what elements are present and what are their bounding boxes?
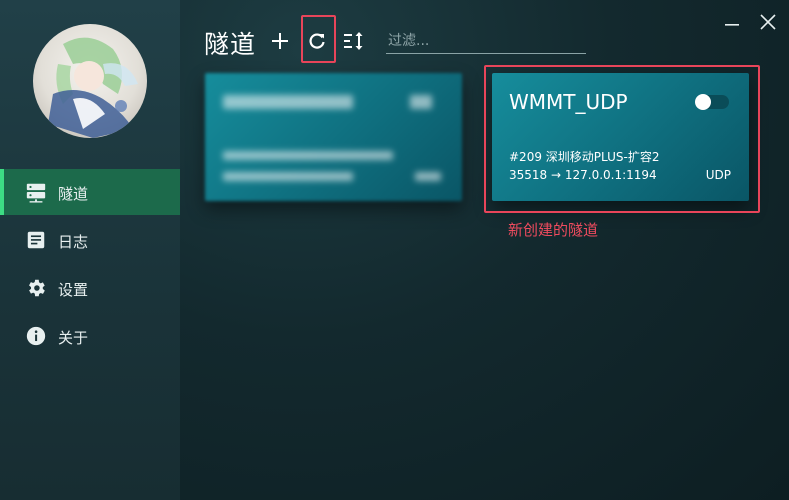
sidebar: 隧道 日志 设置 关于 bbox=[0, 0, 180, 500]
gear-icon bbox=[29, 279, 45, 297]
annotation-label: 新创建的隧道 bbox=[508, 221, 599, 239]
page-title: 隧道 bbox=[204, 30, 257, 59]
add-tunnel-button[interactable] bbox=[266, 27, 294, 55]
document-icon bbox=[27, 231, 45, 249]
tunnel-card-redacted[interactable] bbox=[205, 73, 462, 201]
sidebar-item-logs[interactable]: 日志 bbox=[0, 217, 180, 263]
redacted-server bbox=[223, 151, 393, 160]
redacted-route bbox=[223, 172, 353, 181]
sidebar-item-label: 日志 bbox=[58, 233, 89, 251]
sidebar-item-settings[interactable]: 设置 bbox=[0, 265, 180, 311]
minimize-icon bbox=[725, 24, 739, 26]
avatar[interactable] bbox=[33, 24, 147, 138]
filter-input[interactable] bbox=[386, 28, 586, 54]
redacted-name bbox=[223, 95, 353, 109]
sidebar-item-tunnels[interactable]: 隧道 bbox=[0, 169, 180, 215]
sidebar-item-label: 隧道 bbox=[58, 185, 89, 203]
minimize-button[interactable] bbox=[718, 8, 746, 36]
sidebar-item-label: 关于 bbox=[58, 329, 89, 347]
close-icon bbox=[760, 14, 776, 30]
sidebar-item-about[interactable]: 关于 bbox=[0, 313, 180, 359]
refresh-highlight bbox=[301, 15, 336, 63]
redacted-toggle bbox=[410, 95, 432, 109]
sort-icon bbox=[344, 32, 363, 50]
avatar-illustration bbox=[48, 37, 138, 138]
close-button[interactable] bbox=[754, 8, 782, 36]
main-panel: 隧道 过滤... WMMT_UDP #209 深圳移动PLUS-扩容2 3551… bbox=[180, 0, 789, 500]
info-icon bbox=[26, 326, 46, 346]
new-card-highlight bbox=[484, 65, 760, 213]
sort-button[interactable] bbox=[340, 27, 368, 55]
redacted-protocol bbox=[415, 172, 441, 181]
plus-icon bbox=[272, 33, 288, 49]
server-icon bbox=[26, 183, 46, 203]
sidebar-item-label: 设置 bbox=[58, 281, 89, 299]
